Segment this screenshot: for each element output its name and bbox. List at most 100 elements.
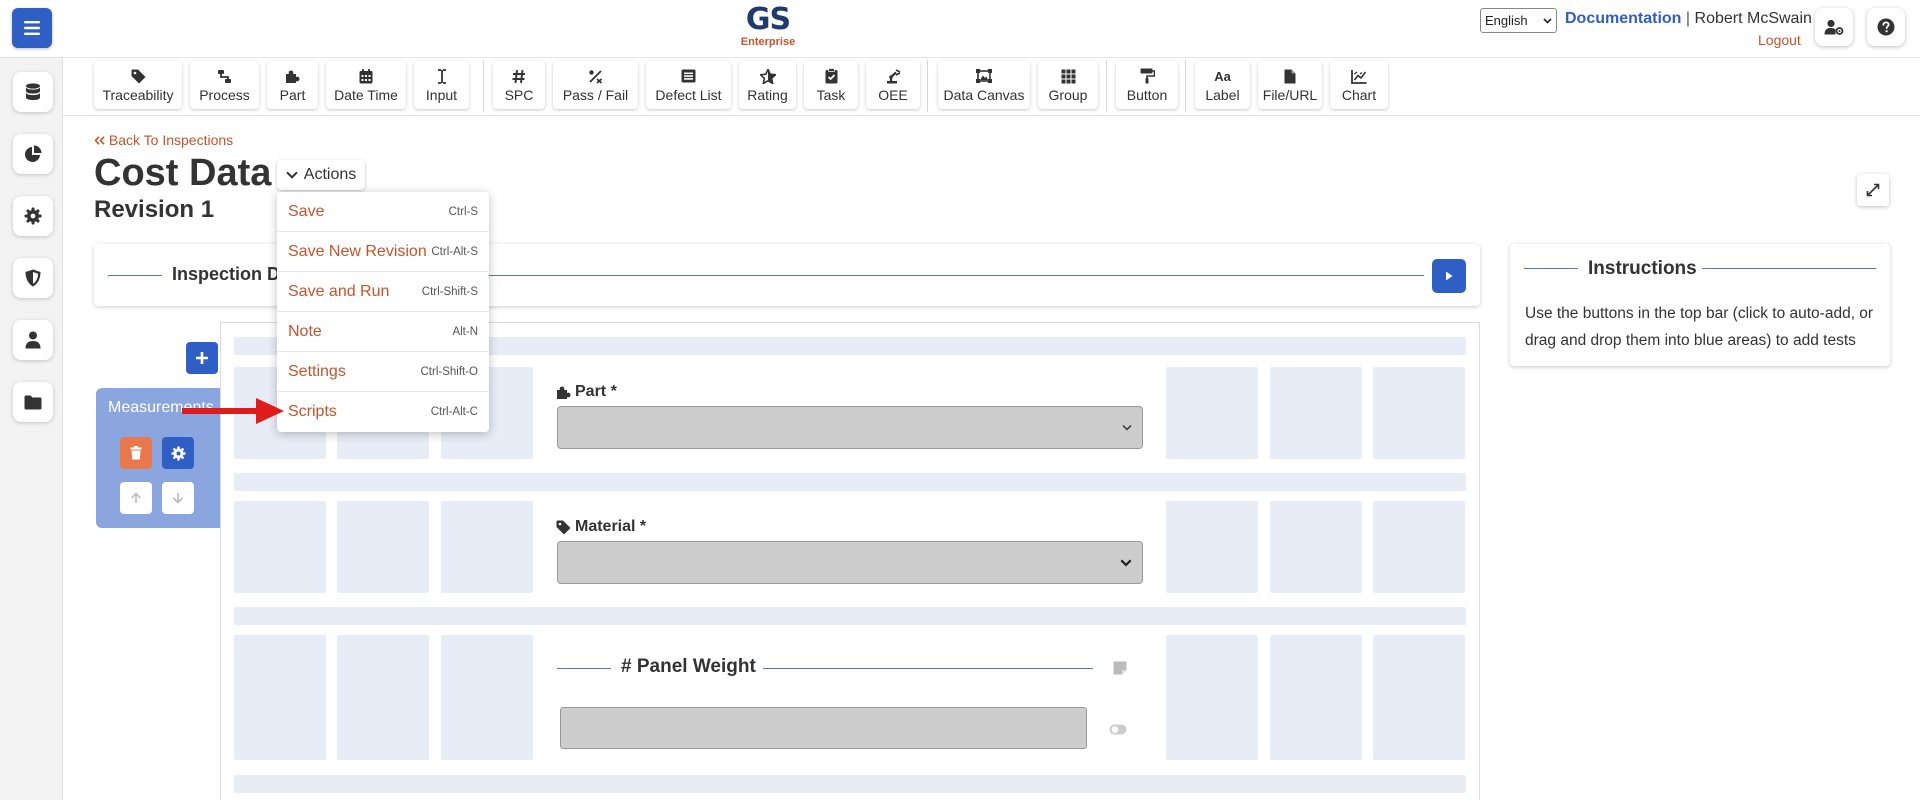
language-selected: English [1485,13,1528,28]
drop-zone-cell[interactable] [1373,501,1465,593]
tool-label: Group [1048,87,1088,103]
menu-item-shortcut: Ctrl-Alt-S [431,245,478,258]
logout-link[interactable]: Logout [1758,32,1801,48]
pie-chart-icon [25,145,42,162]
note-button[interactable] [1113,661,1127,680]
user-icon [25,331,41,349]
drop-zone-cell[interactable] [1270,367,1362,459]
rail-reports-button[interactable] [13,134,53,174]
tool-file-url[interactable]: File/URL [1258,61,1322,109]
actions-button[interactable]: Actions [277,160,365,190]
drop-zone-cell[interactable] [234,635,326,760]
left-rail [0,58,63,800]
sticky-note-icon [1113,661,1127,675]
drop-zone-cell[interactable] [441,635,533,760]
hamburger-menu-button[interactable] [12,8,52,48]
drop-zone-cell[interactable] [337,501,429,593]
text-cursor-icon [437,68,446,84]
rail-users-button[interactable] [13,320,53,360]
menu-item-save[interactable]: Save Ctrl-S [277,192,489,232]
tool-label: Chart [1341,87,1377,103]
tool-label: Rating [747,87,788,103]
actions-label: Actions [303,166,357,183]
menu-item-note[interactable]: Note Alt-N [277,312,489,352]
menu-item-save-and-run[interactable]: Save and Run Ctrl-Shift-S [277,272,489,312]
test-toolbar: Traceability Process Part Date Time Inpu… [63,58,1920,116]
panel-weight-input[interactable] [560,707,1087,749]
toggle-switch[interactable] [1109,722,1127,740]
chart-icon [1351,69,1367,84]
rail-security-button[interactable] [13,258,53,298]
tool-group[interactable]: Group [1038,61,1098,109]
tag-icon [556,520,571,534]
drop-zone-strip[interactable] [234,775,1466,793]
menu-item-label: Settings [288,362,346,380]
tool-input[interactable]: Input [414,61,469,109]
run-inspection-button[interactable] [1432,259,1466,293]
tool-data-canvas[interactable]: Data Canvas [938,61,1030,109]
menu-item-save-new-revision[interactable]: Save New Revision Ctrl-Alt-S [277,232,489,272]
menu-item-settings[interactable]: Settings Ctrl-Shift-O [277,352,489,392]
rail-database-button[interactable] [13,72,53,112]
drop-zone-cell[interactable] [337,635,429,760]
drop-zone-cell[interactable] [441,501,533,593]
tool-task[interactable]: Task [804,61,858,109]
part-select[interactable] [557,406,1143,449]
menu-item-shortcut: Ctrl-Shift-O [420,365,479,378]
tool-label: Part [279,87,306,103]
rail-files-button[interactable] [13,382,53,422]
trash-icon [130,446,142,460]
shield-icon [25,269,41,287]
tool-pass-fail[interactable]: Pass / Fail [553,61,638,109]
material-select[interactable] [557,541,1143,584]
tool-label[interactable]: Aa Label [1195,61,1250,109]
panel-weight-label-text: Panel Weight [636,656,756,677]
tool-date-time[interactable]: Date Time [326,61,406,109]
tool-chart[interactable]: Chart [1330,61,1388,109]
language-select[interactable]: English [1480,8,1557,33]
documentation-link[interactable]: Documentation [1565,10,1681,27]
user-gear-icon [1824,19,1844,35]
gs-enterprise-logo[interactable]: GS Enterprise [735,4,801,49]
move-up-button[interactable] [120,482,152,514]
drop-zone-cell[interactable] [234,501,326,593]
add-section-button[interactable] [186,342,218,374]
double-chevron-left-icon [94,136,105,145]
help-button[interactable] [1867,8,1905,46]
menu-item-shortcut: Alt-N [452,325,478,338]
part-label-text: Part * [575,383,617,400]
tool-label: Process [199,87,250,103]
move-down-button[interactable] [162,482,194,514]
drop-zone-cell[interactable] [1373,367,1465,459]
drop-zone-cell[interactable] [1166,501,1258,593]
drop-zone-cell[interactable] [1166,367,1258,459]
tool-defect-list[interactable]: Defect List [646,61,731,109]
toggle-icon [1109,724,1127,735]
back-to-inspections-link[interactable]: Back To Inspections [94,132,233,148]
folder-icon [24,395,42,409]
drop-zone-cell[interactable] [1270,635,1362,760]
drop-zone-strip[interactable] [234,607,1466,625]
expand-button[interactable] [1857,174,1889,206]
tool-spc[interactable]: SPC [493,61,545,109]
process-icon [218,69,231,83]
drop-zone-cell[interactable] [1373,635,1465,760]
drop-zone-strip[interactable] [234,473,1466,491]
drop-zone-cell[interactable] [1166,635,1258,760]
rail-settings-button[interactable] [13,196,53,236]
chevron-down-icon [1543,17,1552,24]
menu-item-scripts[interactable]: Scripts Ctrl-Alt-C [277,392,489,432]
tool-button[interactable]: Button [1116,61,1178,109]
drop-zone-cell[interactable] [1270,501,1362,593]
instructions-card: Instructions Use the buttons in the top … [1510,244,1890,366]
section-settings-button[interactable] [162,437,194,469]
divider-line [1524,268,1578,269]
user-settings-button[interactable] [1815,8,1853,46]
tool-traceability[interactable]: Traceability [94,61,182,109]
delete-section-button[interactable] [120,437,152,469]
tool-oee[interactable]: OEE [866,61,920,109]
tool-part[interactable]: Part [267,61,318,109]
tool-process[interactable]: Process [190,61,259,109]
tool-rating[interactable]: Rating [739,61,796,109]
divider-line [763,668,1093,669]
